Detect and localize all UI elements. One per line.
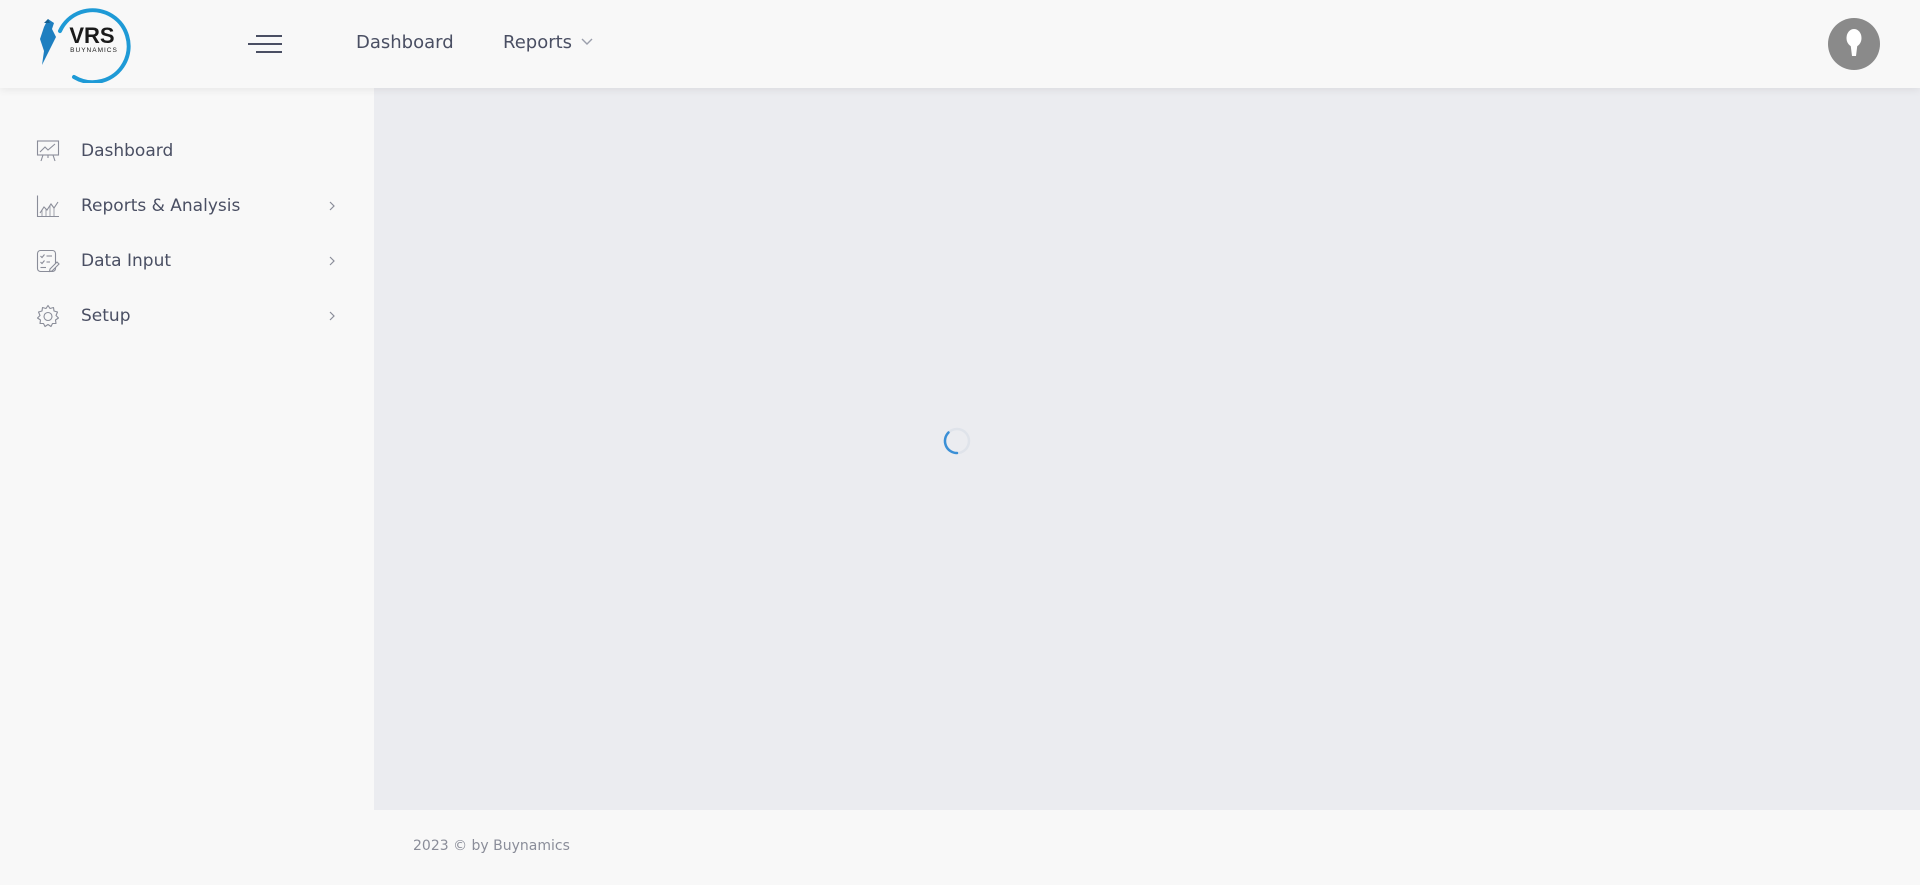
logo-text: VRS (69, 23, 114, 48)
app-logo[interactable]: VRS BUYNAMICS (34, 7, 134, 85)
topnav-dashboard[interactable]: Dashboard (356, 32, 454, 53)
sidebar-item-label: Reports & Analysis (81, 196, 241, 216)
sidebar: Dashboard Reports & Analysis Data Input (0, 88, 374, 885)
logo-subtext: BUYNAMICS (70, 47, 118, 54)
hamburger-icon[interactable] (248, 33, 282, 55)
presentation-chart-icon (36, 140, 60, 162)
sidebar-item-setup[interactable]: Setup (0, 294, 374, 338)
sidebar-item-dashboard[interactable]: Dashboard (0, 129, 374, 173)
chevron-down-icon[interactable] (580, 35, 594, 49)
main-content (374, 88, 1920, 810)
top-bar: VRS BUYNAMICS Dashboard Reports (0, 0, 1920, 88)
footer-copyright: 2023 © by Buynamics (413, 838, 570, 854)
area-chart-icon (36, 195, 59, 218)
chevron-right-icon (329, 256, 335, 266)
checklist-edit-icon (36, 249, 60, 273)
sidebar-item-label: Dashboard (81, 141, 174, 161)
loading-spinner-icon (943, 427, 971, 455)
gear-icon (36, 304, 60, 328)
sidebar-item-label: Setup (81, 306, 131, 326)
footer: 2023 © by Buynamics (374, 810, 1920, 885)
user-avatar[interactable] (1828, 18, 1880, 70)
chevron-right-icon (329, 201, 335, 211)
chevron-right-icon (329, 311, 335, 321)
sidebar-item-data-input[interactable]: Data Input (0, 239, 374, 283)
topnav-reports[interactable]: Reports (503, 32, 572, 53)
sidebar-item-label: Data Input (81, 251, 172, 271)
sidebar-item-reports-analysis[interactable]: Reports & Analysis (0, 184, 374, 228)
